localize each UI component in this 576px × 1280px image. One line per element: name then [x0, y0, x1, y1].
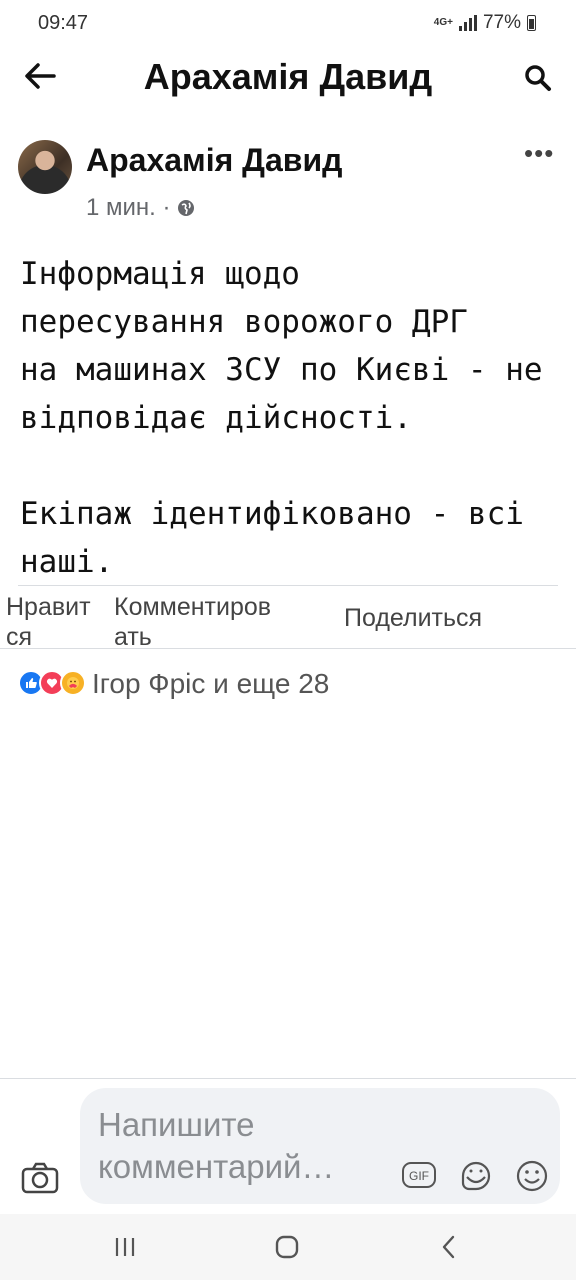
back-icon[interactable]: [436, 1232, 460, 1262]
sticker-icon[interactable]: [456, 1156, 496, 1196]
like-button[interactable]: Нравится: [6, 592, 102, 648]
globe-icon: [177, 200, 194, 216]
comment-input[interactable]: Напишите комментарий…: [98, 1104, 398, 1188]
search-icon[interactable]: [518, 58, 558, 98]
share-button[interactable]: Поделиться: [344, 603, 482, 633]
reaction-icons[interactable]: [18, 670, 86, 696]
status-icons: 4G+ 77%: [434, 12, 536, 34]
svg-text:GIF: GIF: [409, 1169, 429, 1183]
avatar[interactable]: [18, 140, 72, 194]
divider: [18, 585, 558, 586]
post-text: Інформація щодо пересування ворожого ДРГ…: [20, 256, 543, 580]
recent-apps-icon[interactable]: [112, 1234, 138, 1260]
care-icon: [60, 670, 86, 696]
signal-icon: [458, 15, 477, 31]
network-type: 4G+: [433, 17, 453, 28]
home-icon[interactable]: [270, 1232, 304, 1262]
emoji-icon[interactable]: [512, 1156, 552, 1196]
divider: [0, 1078, 576, 1079]
more-options-icon[interactable]: •••: [524, 138, 554, 169]
camera-icon[interactable]: [20, 1160, 60, 1196]
page-title: Арахамія Давид: [143, 56, 433, 97]
back-arrow-icon[interactable]: [20, 56, 60, 96]
divider: [0, 648, 576, 649]
gif-icon[interactable]: GIF: [400, 1158, 438, 1192]
battery-icon: [527, 15, 536, 31]
reaction-summary[interactable]: Ігор Фріс и еще 28: [92, 668, 329, 700]
post-time-text: 1 мин. ·: [86, 194, 171, 221]
status-time: 09:47: [38, 12, 89, 34]
post-author[interactable]: Арахамія Давид: [86, 142, 342, 179]
battery-level: 77%: [482, 12, 521, 33]
comment-button[interactable]: Комментировать: [114, 592, 284, 648]
post-timestamp: 1 мин. ·: [86, 194, 195, 222]
